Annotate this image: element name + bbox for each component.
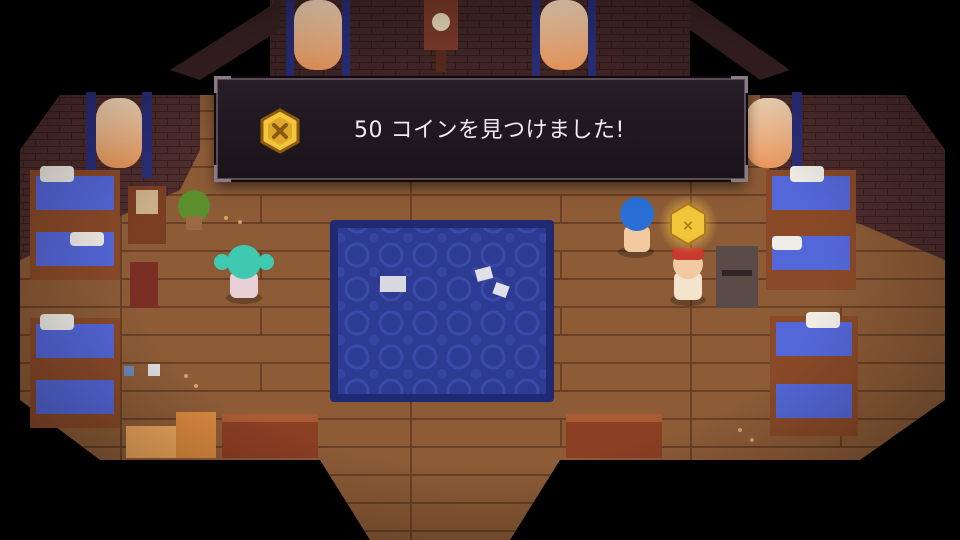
frame-corner xyxy=(731,76,748,93)
frame-corner xyxy=(214,76,231,93)
frame-corner xyxy=(214,165,231,182)
gold-coin-icon xyxy=(260,108,300,154)
frame-corner xyxy=(731,165,748,182)
item-found-notification: 50 コインを見つけました! xyxy=(214,76,748,182)
notification-message: 50 コインを見つけました! xyxy=(354,118,625,143)
